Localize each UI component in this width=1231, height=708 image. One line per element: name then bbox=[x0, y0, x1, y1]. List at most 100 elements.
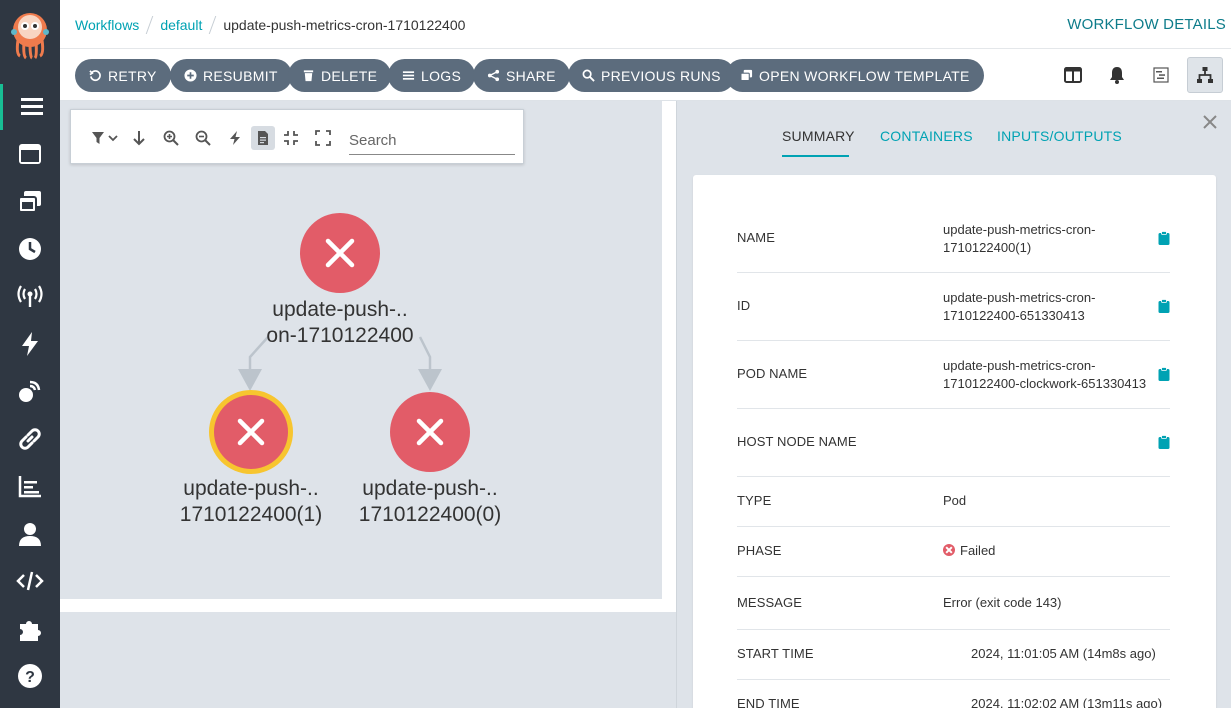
edge-arrow-icon bbox=[238, 369, 262, 391]
resubmit-label: RESUBMIT bbox=[203, 67, 278, 84]
plugins-icon[interactable] bbox=[0, 606, 60, 652]
graph-view-icon[interactable] bbox=[1187, 57, 1223, 93]
detail-key: PHASE bbox=[737, 543, 782, 558]
list-icon bbox=[402, 71, 415, 80]
details-tabs: SUMMARY CONTAINERS INPUTS/OUTPUTS bbox=[677, 101, 1231, 158]
detail-row-start-time: START TIME 2024, 11:01:05 AM (14m8s ago) bbox=[737, 630, 1170, 680]
sensors-icon[interactable] bbox=[0, 321, 60, 367]
help-icon[interactable]: ? bbox=[0, 653, 60, 699]
tab-inputs-outputs[interactable]: INPUTS/OUTPUTS bbox=[997, 128, 1122, 144]
pane-divider[interactable] bbox=[662, 101, 676, 599]
cron-icon[interactable] bbox=[0, 226, 60, 272]
detail-row-message: MESSAGE Error (exit code 143) bbox=[737, 577, 1170, 630]
node-label-line: update-push-.. bbox=[183, 477, 319, 500]
resubmit-button[interactable]: RESUBMIT bbox=[170, 59, 292, 92]
detail-key: POD NAME bbox=[737, 366, 808, 381]
clipboard-icon[interactable] bbox=[1158, 231, 1170, 245]
share-button[interactable]: SHARE bbox=[473, 59, 570, 92]
api-docs-icon[interactable] bbox=[0, 558, 60, 604]
links-icon[interactable] bbox=[0, 416, 60, 462]
user-icon[interactable] bbox=[0, 511, 60, 557]
trash-icon bbox=[303, 70, 314, 82]
phase-status-text: Failed bbox=[960, 543, 996, 558]
tab-summary[interactable]: SUMMARY bbox=[782, 128, 855, 144]
detail-key: MESSAGE bbox=[737, 595, 802, 610]
split-view-icon[interactable] bbox=[1055, 57, 1091, 93]
detail-key: TYPE bbox=[737, 493, 772, 508]
detail-value-line: update-push-metrics-cron- bbox=[943, 290, 1096, 305]
workflow-graph[interactable]: update-push-.. on-1710122400 update-push… bbox=[60, 101, 662, 599]
share-label: SHARE bbox=[506, 67, 556, 84]
event-flow-icon[interactable] bbox=[0, 368, 60, 414]
graph-node-selected-label: update-push-.. 1710122400(1) bbox=[151, 476, 351, 528]
workflows-icon[interactable] bbox=[0, 84, 60, 130]
graph-scrollbar-track[interactable] bbox=[60, 599, 676, 612]
node-label-line: 1710122400(0) bbox=[358, 503, 502, 526]
detail-value: 2024, 11:01:05 AM (14m8s ago) bbox=[971, 646, 1156, 661]
detail-value: update-push-metrics-cron- 1710122400(1) bbox=[943, 221, 1095, 257]
argo-logo-icon[interactable] bbox=[10, 10, 50, 60]
detail-row-end-time: END TIME 2024, 11:02:02 AM (13m11s ago) bbox=[737, 680, 1170, 708]
detail-value: Pod bbox=[943, 493, 967, 508]
logs-label: LOGS bbox=[421, 67, 462, 84]
clipboard-icon[interactable] bbox=[1158, 435, 1170, 449]
detail-value: Failed bbox=[943, 542, 995, 560]
retry-icon bbox=[89, 70, 101, 82]
clipboard-icon[interactable] bbox=[1158, 367, 1170, 381]
detail-value-line: update-push-metrics-cron- bbox=[943, 222, 1096, 237]
detail-value: 2024, 11:02:02 AM (13m11s ago) bbox=[971, 696, 1163, 708]
top-header: Workflows default update-push-metrics-cr… bbox=[60, 0, 1231, 49]
reports-icon[interactable] bbox=[0, 463, 60, 509]
graph-node-selected[interactable] bbox=[209, 390, 293, 474]
detail-row-pod-name: POD NAME update-push-metrics-cron- 17101… bbox=[737, 341, 1170, 409]
detail-row-host-node-name: HOST NODE NAME bbox=[737, 409, 1170, 477]
previous-runs-button[interactable]: PREVIOUS RUNS bbox=[568, 59, 735, 92]
open-workflow-template-button[interactable]: OPEN WORKFLOW TEMPLATE bbox=[726, 59, 984, 92]
detail-row-type: TYPE Pod bbox=[737, 477, 1170, 527]
breadcrumb-separator bbox=[209, 16, 217, 34]
logs-button[interactable]: LOGS bbox=[388, 59, 476, 92]
node-label-line: update-push-.. bbox=[272, 298, 408, 321]
edge-arrow-icon bbox=[418, 369, 442, 391]
detail-value: update-push-metrics-cron- 1710122400-clo… bbox=[943, 357, 1146, 393]
open-workflow-template-label: OPEN WORKFLOW TEMPLATE bbox=[759, 67, 970, 84]
delete-button[interactable]: DELETE bbox=[288, 59, 392, 92]
summary-card: NAME update-push-metrics-cron- 171012240… bbox=[693, 175, 1216, 708]
detail-value-line: update-push-metrics-cron- bbox=[943, 358, 1096, 373]
clipboard-icon[interactable] bbox=[1158, 299, 1170, 313]
detail-key: END TIME bbox=[737, 696, 800, 708]
detail-key: HOST NODE NAME bbox=[737, 434, 857, 449]
retry-button[interactable]: RETRY bbox=[75, 59, 171, 92]
detail-value: update-push-metrics-cron- 1710122400-651… bbox=[943, 289, 1095, 325]
share-icon bbox=[487, 69, 500, 82]
tab-containers[interactable]: CONTAINERS bbox=[880, 128, 973, 144]
svg-text:?: ? bbox=[25, 669, 35, 686]
graph-node-root[interactable] bbox=[300, 213, 380, 293]
close-icon[interactable] bbox=[1201, 113, 1219, 131]
timeline-view-icon[interactable] bbox=[1143, 57, 1179, 93]
cluster-templates-icon[interactable] bbox=[0, 179, 60, 225]
templates-icon bbox=[740, 69, 753, 82]
detail-value: Error (exit code 143) bbox=[943, 595, 1062, 610]
delete-label: DELETE bbox=[321, 67, 378, 84]
bell-icon[interactable] bbox=[1099, 57, 1135, 93]
search-icon bbox=[582, 69, 595, 82]
breadcrumb-namespace[interactable]: default bbox=[160, 17, 202, 33]
page-title: WORKFLOW DETAILS bbox=[1067, 16, 1226, 33]
breadcrumb-workflows[interactable]: Workflows bbox=[75, 17, 139, 33]
active-tab-indicator bbox=[782, 155, 849, 157]
breadcrumb-current: update-push-metrics-cron-1710122400 bbox=[223, 17, 466, 33]
detail-key: NAME bbox=[737, 230, 775, 245]
previous-runs-label: PREVIOUS RUNS bbox=[601, 67, 721, 84]
graph-node[interactable] bbox=[390, 392, 470, 472]
breadcrumb: Workflows default update-push-metrics-cr… bbox=[75, 16, 465, 34]
event-sources-icon[interactable] bbox=[0, 273, 60, 319]
templates-icon[interactable] bbox=[0, 131, 60, 177]
node-label-line: 1710122400(1) bbox=[179, 503, 323, 526]
graph-node-label: update-push-.. 1710122400(0) bbox=[330, 476, 530, 528]
retry-label: RETRY bbox=[108, 67, 157, 84]
detail-row-id: ID update-push-metrics-cron- 1710122400-… bbox=[737, 273, 1170, 341]
plus-circle-icon bbox=[184, 69, 197, 82]
action-toolbar: RETRY RESUBMIT DELETE LOGS SHARE PREVIOU… bbox=[60, 49, 1231, 101]
detail-row-phase: PHASE Failed bbox=[737, 527, 1170, 577]
